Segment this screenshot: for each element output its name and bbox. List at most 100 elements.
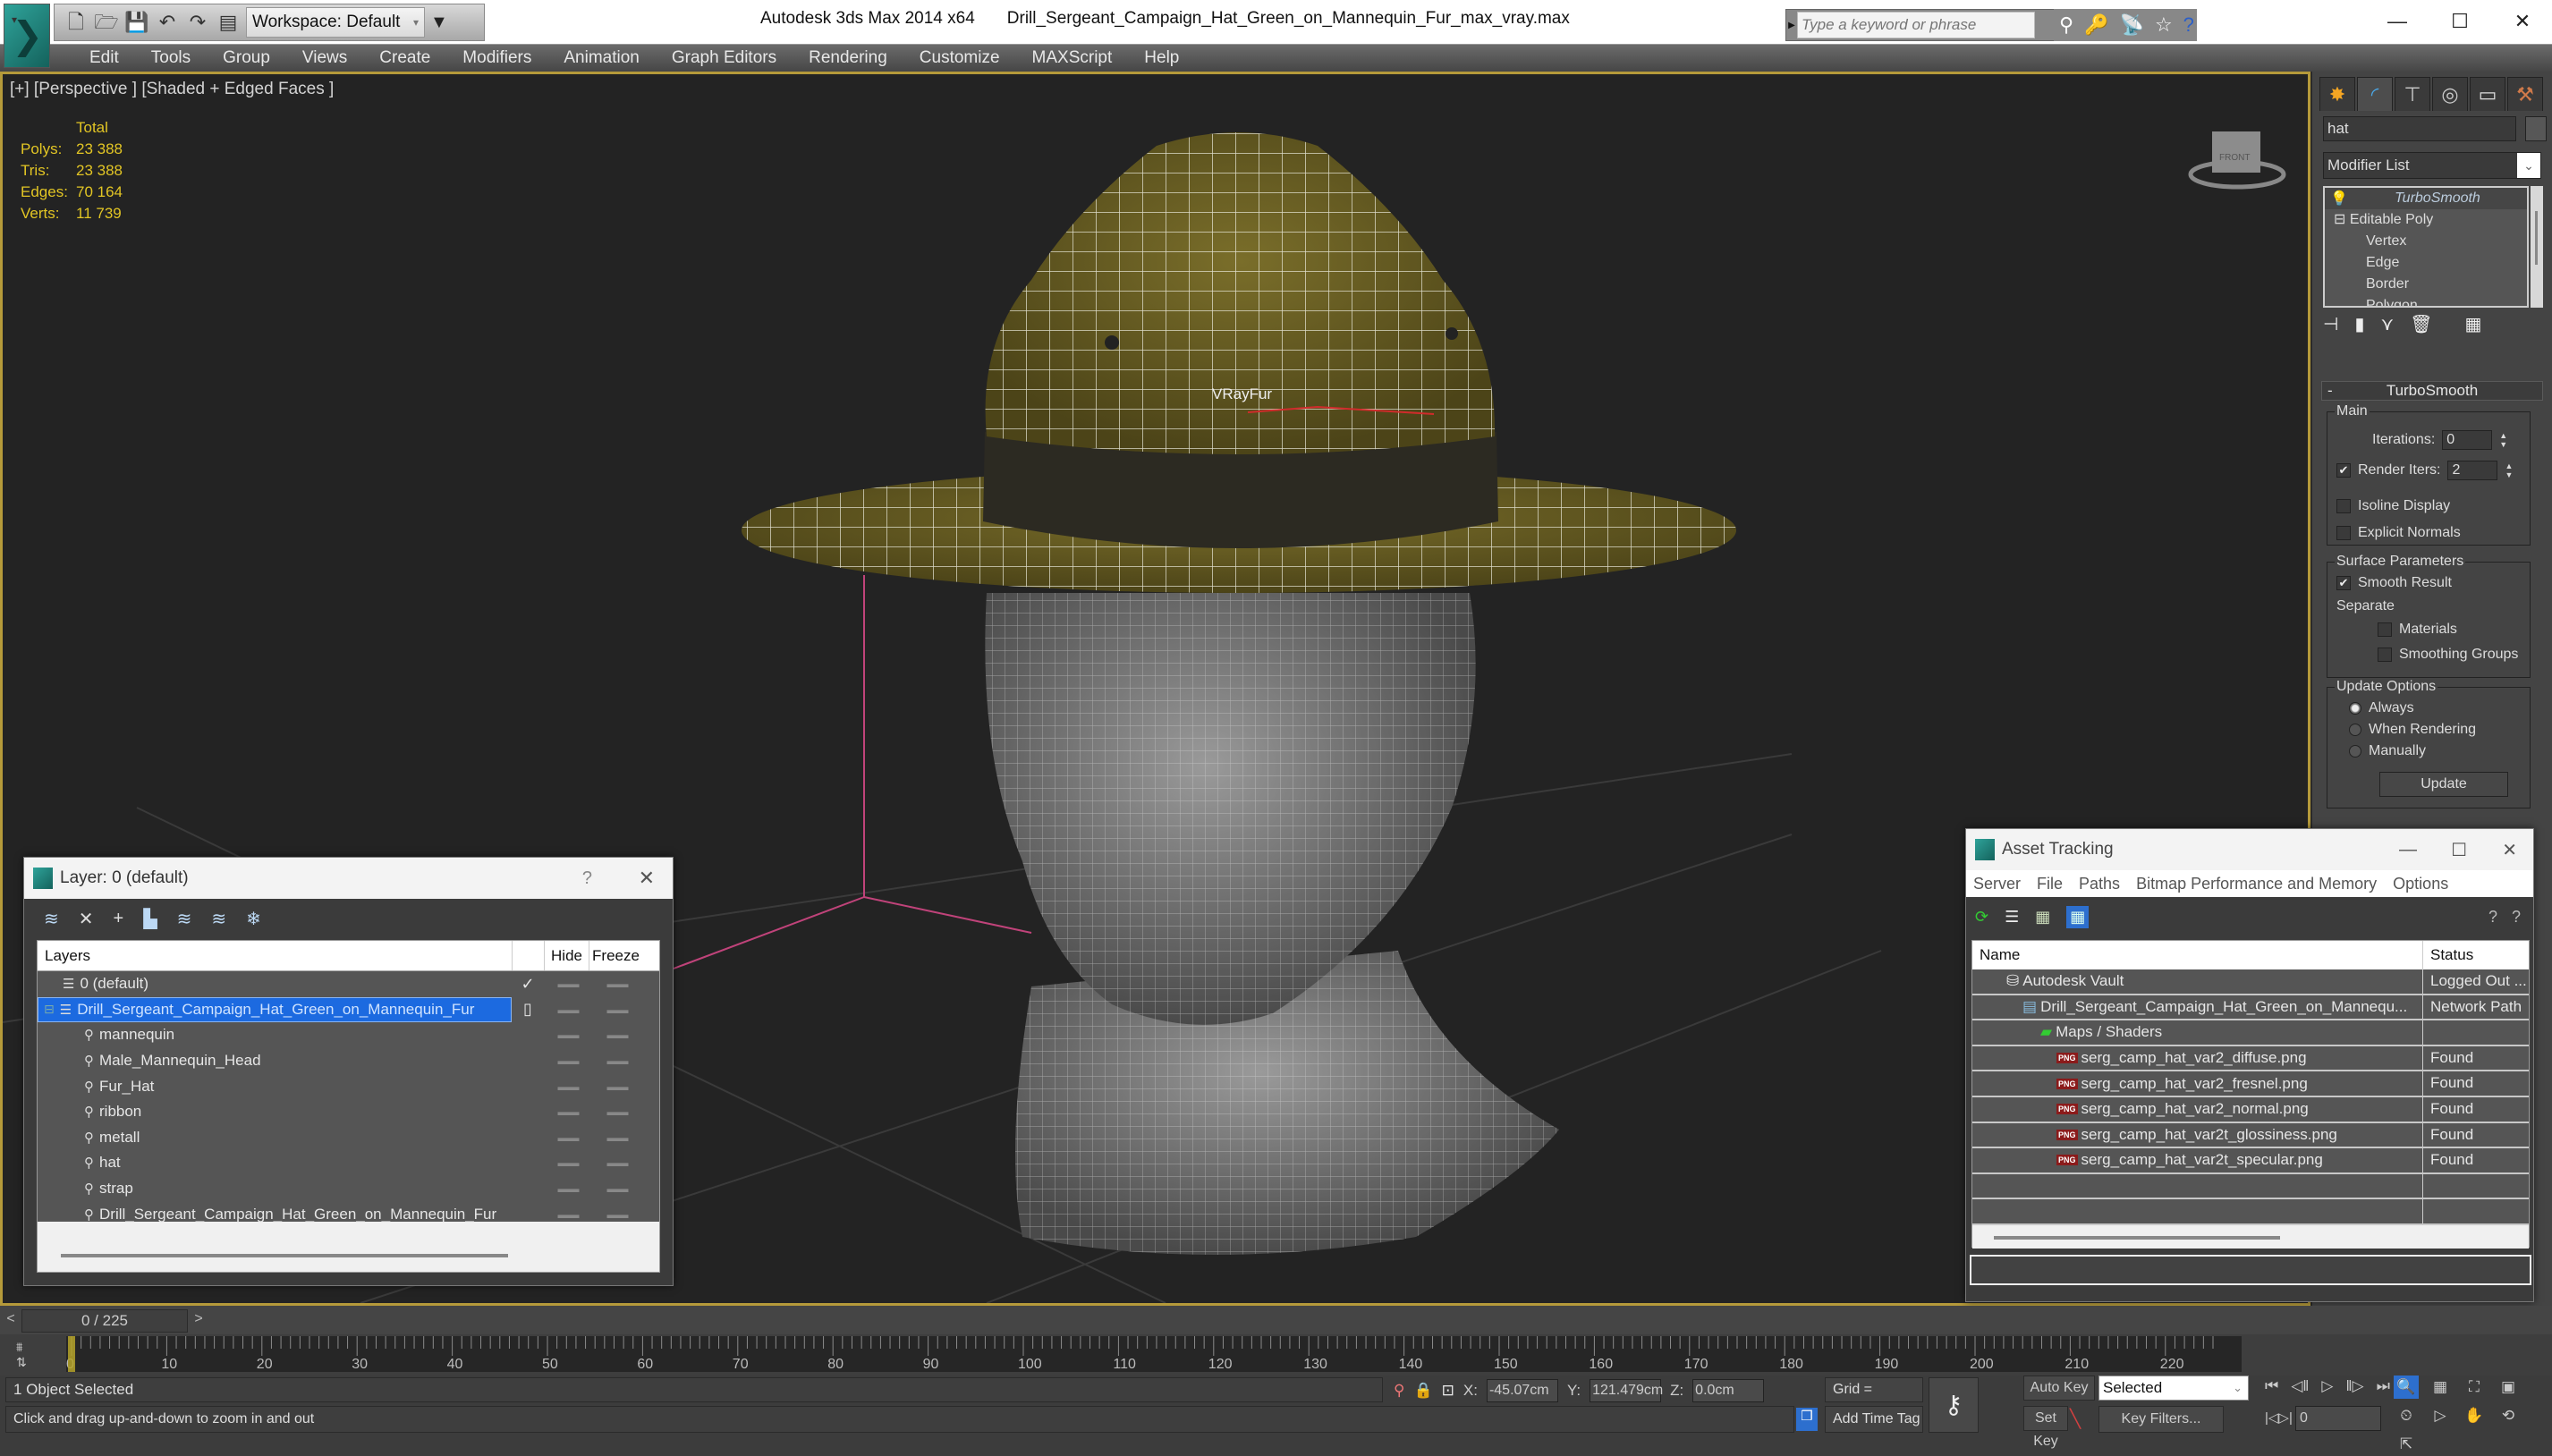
menu-rendering[interactable]: Rendering	[793, 45, 903, 72]
remove-modifier-icon[interactable]: 🗑	[2410, 313, 2432, 335]
hide-toggle[interactable]: ▬▬	[544, 1156, 593, 1169]
field-of-view-icon[interactable]: ▷	[2428, 1404, 2453, 1427]
create-layer-icon[interactable]: ≋	[44, 908, 59, 930]
stack-scrollbar[interactable]	[2531, 186, 2543, 308]
freeze-toggle[interactable]: ▬▬	[593, 1131, 642, 1144]
asset-path-field[interactable]	[1970, 1255, 2531, 1285]
configure-sets-icon[interactable]: ▦	[2464, 313, 2481, 335]
column-current[interactable]	[512, 941, 544, 970]
layer-dialog-titlebar[interactable]: Layer: 0 (default) ? ✕	[24, 858, 673, 899]
column-freeze[interactable]: Freeze	[589, 941, 642, 970]
freeze-toggle[interactable]: ▬▬	[593, 1156, 642, 1169]
zoom-icon[interactable]: 🔍	[2394, 1376, 2419, 1399]
utilities-tab-icon[interactable]: ⚒	[2507, 77, 2543, 111]
isoline-checkbox[interactable]	[2336, 499, 2351, 513]
stack-item-turbosmooth[interactable]: 💡 TurboSmooth	[2325, 188, 2527, 209]
previous-frame-button[interactable]: <	[2, 1311, 20, 1331]
menu-edit[interactable]: Edit	[73, 45, 135, 72]
menu-help[interactable]: Help	[1128, 45, 1195, 72]
go-to-start-icon[interactable]: ⏮	[2265, 1377, 2278, 1395]
select-objects-icon[interactable]: ▙	[143, 908, 157, 930]
project-folder-icon[interactable]: ▤	[216, 10, 241, 35]
close-button[interactable]: ✕	[639, 867, 655, 890]
freeze-toggle[interactable]: ▬▬	[593, 1182, 642, 1195]
asset-row[interactable]: ⛁ Autodesk Vault Logged Out ...	[1972, 969, 2529, 995]
modifier-list-dropdown[interactable]: Modifier List ⌄	[2323, 152, 2541, 179]
menu-graph-editors[interactable]: Graph Editors	[656, 45, 793, 72]
go-to-end-icon[interactable]: ⏭	[2377, 1377, 2390, 1395]
hierarchy-tab-icon[interactable]: ⊤	[2395, 77, 2430, 111]
close-button[interactable]: ✕	[2502, 839, 2517, 861]
column-status[interactable]: Status	[2423, 941, 2473, 969]
minimize-button[interactable]: —	[2399, 840, 2417, 860]
render-iters-spinner[interactable]: 2	[2447, 461, 2498, 480]
turbosmooth-rollout-header[interactable]: - TurboSmooth	[2321, 381, 2543, 401]
column-name[interactable]: Name	[1972, 941, 2423, 969]
freeze-toggle[interactable]: ▬▬	[593, 1054, 642, 1067]
key-mode-toggle-icon[interactable]: |◁▷|	[2265, 1409, 2293, 1426]
add-time-tag-button[interactable]: Add Time Tag	[1825, 1406, 1923, 1433]
hide-toggle[interactable]: ▬▬	[544, 1105, 593, 1118]
display-tab-icon[interactable]: ▭	[2470, 77, 2505, 111]
open-file-icon[interactable]: 🗁	[94, 10, 119, 35]
help-button[interactable]: ?	[582, 868, 592, 889]
search-input[interactable]	[1797, 12, 2035, 38]
satellite-icon[interactable]: 📡	[2120, 13, 2144, 37]
update-always-radio[interactable]	[2349, 702, 2361, 715]
stack-item-editable-poly[interactable]: ⊟ Editable Poly	[2325, 209, 2527, 231]
subobject-polygon[interactable]: Polygon	[2325, 295, 2527, 306]
track-ruler[interactable]: 0102030405060708090100110120130140150160…	[66, 1336, 2242, 1372]
iterations-spinner[interactable]: 0	[2442, 430, 2493, 450]
lightbulb-icon[interactable]: 💡	[2330, 190, 2348, 207]
horizontal-scrollbar[interactable]	[1972, 1225, 2529, 1249]
spinner-arrows-icon[interactable]: ▲ ▼	[2505, 461, 2514, 479]
subobject-vertex[interactable]: Vertex	[2325, 231, 2527, 252]
maximize-button[interactable]: ☐	[2433, 5, 2487, 38]
play-icon[interactable]: ▷	[2321, 1377, 2333, 1395]
time-config-icon[interactable]: ⏲	[2394, 1404, 2419, 1427]
menu-create[interactable]: Create	[363, 45, 446, 72]
asset-row[interactable]: PNG serg_camp_hat_var2_fresnel.png Found	[1972, 1071, 2529, 1097]
list-view-icon[interactable]: ☰	[2005, 908, 2019, 927]
menu-file[interactable]: File	[2037, 875, 2063, 893]
asset-dialog-titlebar[interactable]: Asset Tracking — ☐ ✕	[1966, 829, 2533, 870]
horizontal-scrollbar[interactable]	[61, 1254, 508, 1257]
next-key-icon[interactable]: ‖▷	[2346, 1377, 2364, 1395]
menu-tools[interactable]: Tools	[135, 45, 207, 72]
help-icon[interactable]: ?	[2183, 13, 2194, 37]
menu-views[interactable]: Views	[286, 45, 363, 72]
undo-icon[interactable]: ↶	[155, 10, 180, 35]
freeze-toggle[interactable]: ▬▬	[593, 1029, 642, 1041]
show-end-result-icon[interactable]: ▮	[2354, 313, 2364, 335]
delete-layer-icon[interactable]: ✕	[79, 908, 94, 930]
object-row[interactable]: ⚲ Drill_Sergeant_Campaign_Hat_Green_on_Ma…	[38, 1201, 659, 1227]
column-hide[interactable]: Hide	[544, 941, 589, 970]
set-key-button[interactable]: Set Key	[2023, 1406, 2068, 1449]
menu-server[interactable]: Server	[1973, 875, 2021, 893]
object-row[interactable]: ⚲ metall ▬▬ ▬▬	[38, 1125, 659, 1151]
menu-options[interactable]: Options	[2393, 875, 2448, 893]
current-frame-field[interactable]: 0	[2295, 1406, 2381, 1431]
asset-row[interactable]: PNG serg_camp_hat_var2t_glossiness.png Fou…	[1972, 1122, 2529, 1149]
menu-maxscript[interactable]: MAXScript	[1016, 45, 1129, 72]
add-to-layer-icon[interactable]: +	[114, 909, 124, 929]
layer-row[interactable]: ☰ 0 (default) ✓ ▬▬ ▬▬	[38, 971, 659, 997]
explicit-normals-checkbox[interactable]	[2336, 526, 2351, 540]
make-unique-icon[interactable]: ⋎	[2380, 313, 2394, 335]
collapse-icon[interactable]: ⊟	[2334, 212, 2345, 227]
key-filters-button[interactable]: Key Filters...	[2098, 1406, 2224, 1433]
select-layer-icon[interactable]: ≋	[177, 908, 192, 930]
menu-bitmap-performance[interactable]: Bitmap Performance and Memory	[2136, 875, 2377, 893]
freeze-toggle[interactable]: ▬▬	[593, 1208, 642, 1221]
subobject-edge[interactable]: Edge	[2325, 252, 2527, 274]
maximize-button[interactable]: ☐	[2451, 839, 2467, 861]
menu-paths[interactable]: Paths	[2079, 875, 2120, 893]
modify-tab-icon[interactable]: ◜	[2357, 77, 2393, 111]
qat-overflow-icon[interactable]: ▼	[430, 13, 448, 33]
workspace-dropdown[interactable]: Workspace: Default ▾	[246, 7, 425, 38]
smoothing-groups-checkbox[interactable]	[2378, 648, 2392, 662]
hide-toggle[interactable]: ▬▬	[544, 1029, 593, 1041]
update-manually-radio[interactable]	[2349, 745, 2361, 758]
vault-help-icon[interactable]: ?	[2488, 908, 2497, 927]
hide-toggle[interactable]: ▬▬	[544, 1208, 593, 1221]
